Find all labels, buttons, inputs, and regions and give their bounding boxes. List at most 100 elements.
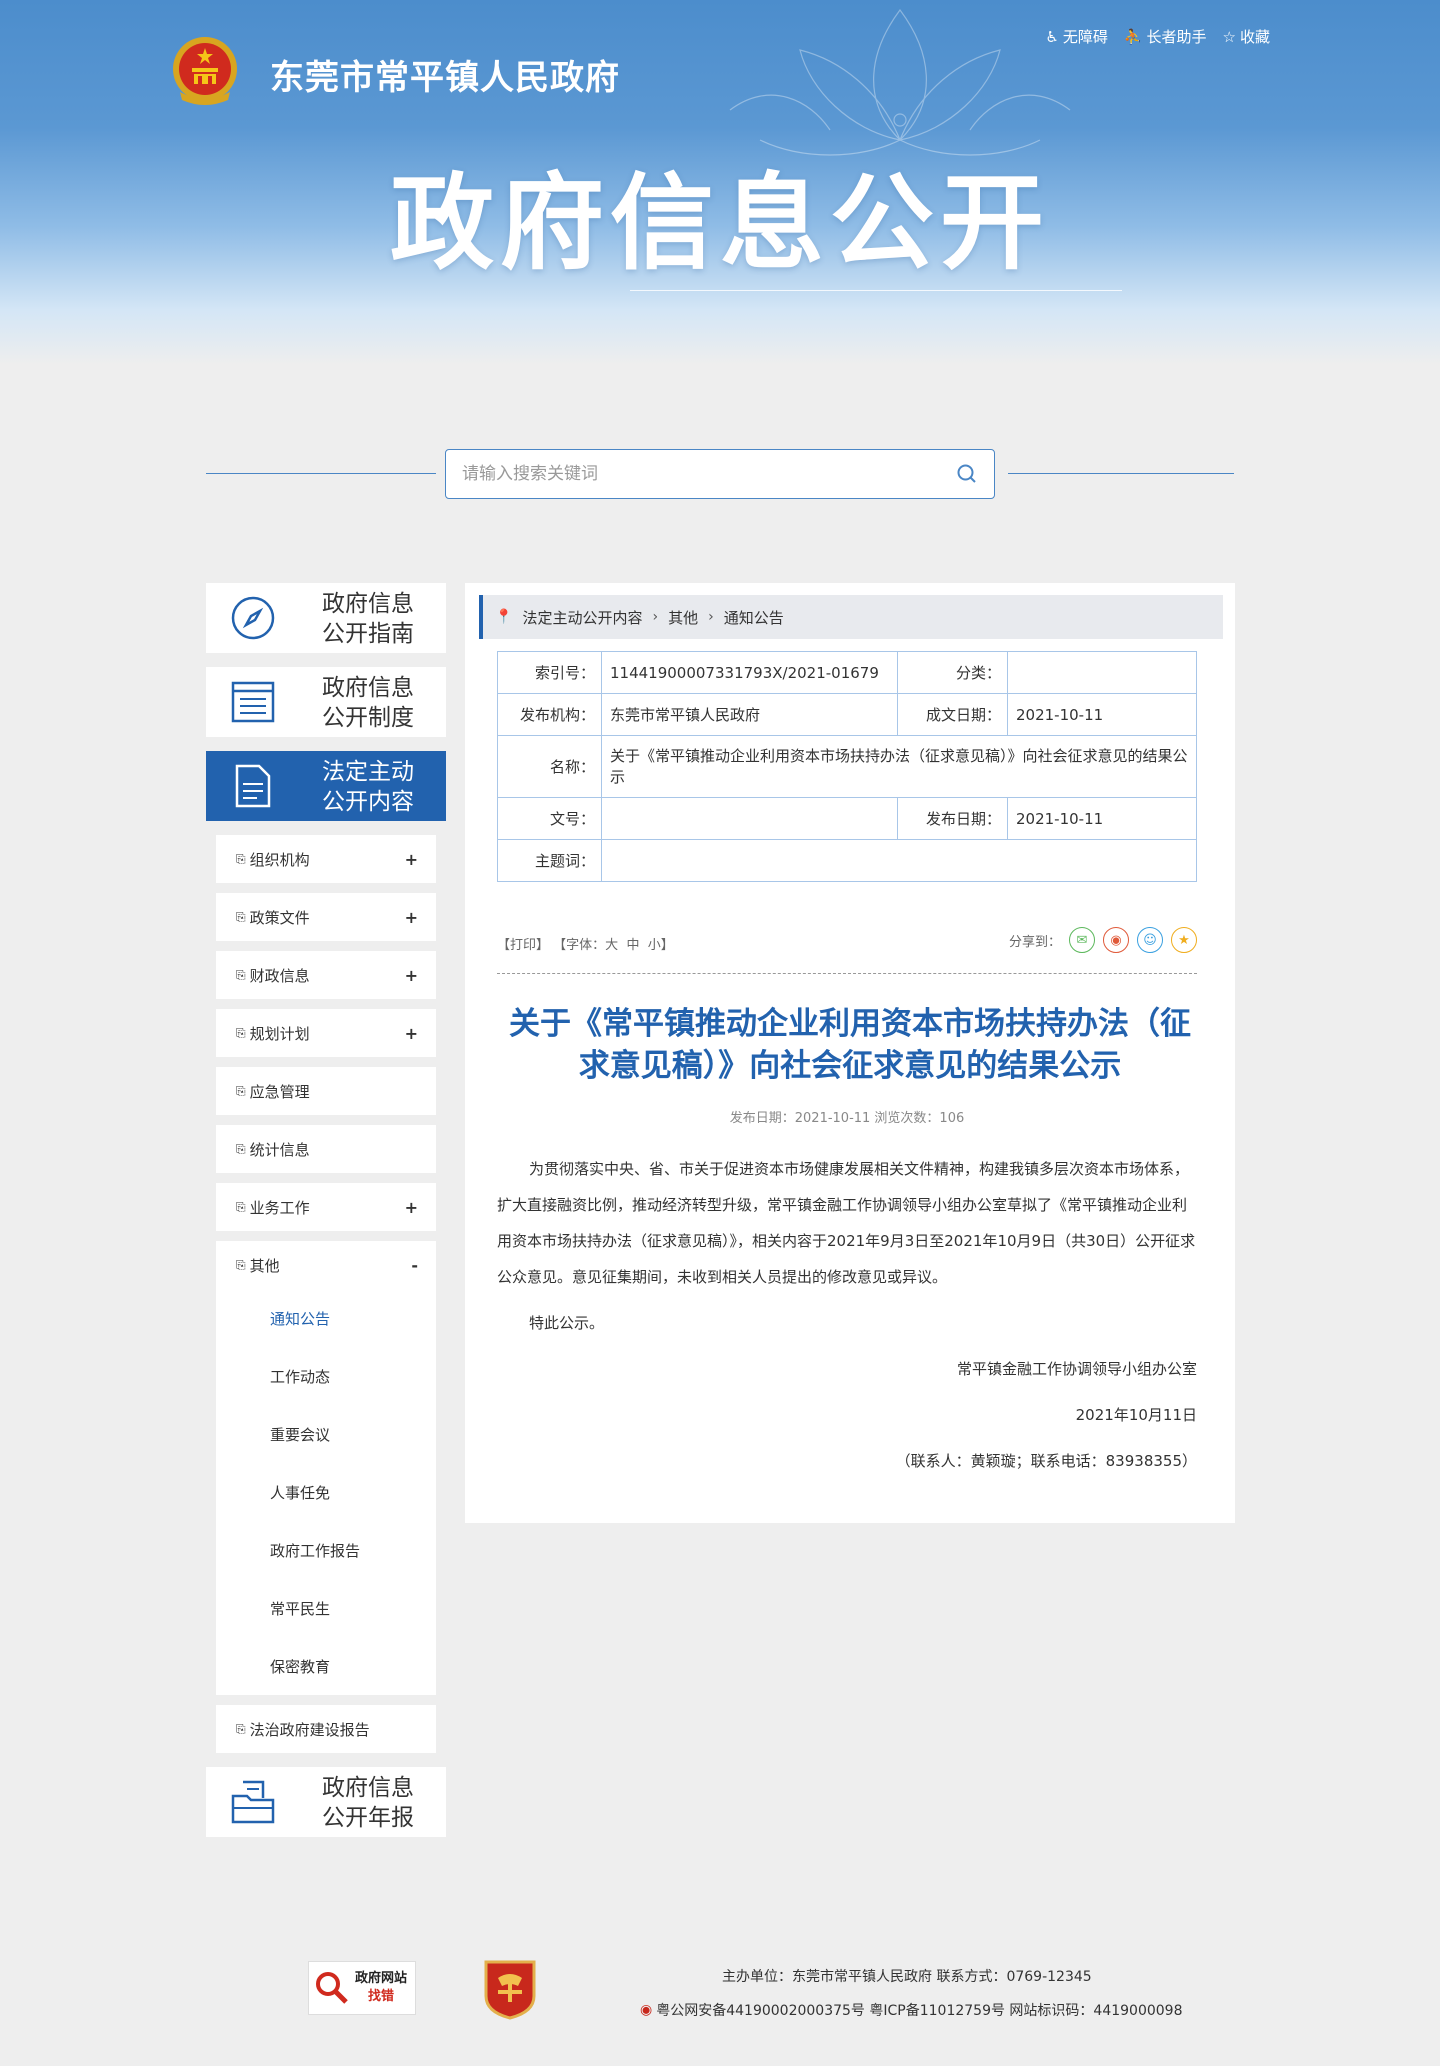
share-label: 分享到： [1008,934,1061,950]
sidebar-cat-finance[interactable]: ⎘ 财政信息 + [216,951,436,999]
article-paragraph: 特此公示。 [529,1314,605,1332]
meta-label: 分类： [897,651,1008,694]
file-icon: ⎘ [236,1083,246,1098]
title-divider [630,290,1122,291]
search-line-right [1008,473,1234,474]
search-input[interactable] [462,464,956,484]
search-line-left [206,473,436,474]
sidebar-cat-plan[interactable]: ⎘ 规划计划 + [216,1009,436,1057]
breadcrumb-item[interactable]: 其他 [668,607,698,628]
sidebar-cat-rule-of-law[interactable]: ⎘ 法治政府建设报告 [216,1705,436,1753]
sidebar-system-line1: 政府信息 [322,675,414,701]
sidebar-cat-stats[interactable]: ⎘ 统计信息 [216,1125,436,1173]
file-icon: ⎘ [236,1141,246,1156]
sidebar-cat-emergency[interactable]: ⎘ 应急管理 [216,1067,436,1115]
meta-label: 名称： [497,735,602,798]
sidebar-cat-org[interactable]: ⎘ 组织机构 + [216,835,436,883]
document-list-icon [218,667,288,737]
wheelchair-icon: ♿ [1045,27,1059,46]
sidebar-annual[interactable]: 政府信息 公开年报 [206,1767,446,1837]
qq-share-icon[interactable]: ☺ [1137,927,1163,953]
sidebar-content-line2: 公开内容 [322,789,414,815]
qzone-share-icon[interactable]: ★ [1171,927,1197,953]
search-icon[interactable] [956,463,978,485]
document-icon [218,751,288,821]
article-signature: 常平镇金融工作协调领导小组办公室 [956,1360,1197,1378]
collapse-toggle[interactable]: - [411,1256,418,1275]
sidebar-cat-other[interactable]: ⎘ 其他 - [216,1241,436,1289]
meta-label: 发布机构： [497,693,602,736]
sidebar-sub-gov-report[interactable]: 政府工作报告 [216,1521,436,1579]
font-medium-button[interactable]: 中 [626,938,639,953]
header-tools: ♿ 无障碍 ⛹ 长者助手 ☆ 收藏 [1045,26,1270,47]
sidebar-sub-meetings[interactable]: 重要会议 [216,1405,436,1463]
sidebar-guide[interactable]: 政府信息 公开指南 [206,583,446,653]
print-button[interactable]: 【打印】 [497,938,549,953]
wechat-share-icon[interactable]: ✉ [1069,927,1095,953]
elderly-assistant-button[interactable]: ⛹ 长者助手 [1124,26,1207,47]
accessibility-button[interactable]: ♿ 无障碍 [1045,26,1107,47]
article-tools: 【打印】 【字体：大 中 小】 分享到： ✉ ◉ ☺ ★ [497,923,1197,963]
meta-name-value: 关于《常平镇推动企业利用资本市场扶持办法（征求意见稿）》向社会征求意见的结果公示 [601,735,1197,798]
file-icon: ⎘ [236,851,246,866]
file-icon: ⎘ [236,1721,246,1736]
main-panel: 政府信息 公开指南 政府信息 公开制度 [170,365,1270,1885]
sidebar-sub-personnel[interactable]: 人事任免 [216,1463,436,1521]
site-title[interactable]: 东莞市常平镇人民政府 [270,50,620,99]
sidebar-annual-line2: 公开年报 [322,1805,414,1831]
sidebar-content-line1: 法定主动 [322,759,414,785]
expand-toggle[interactable]: + [405,850,418,869]
sidebar-guide-line1: 政府信息 [322,591,414,617]
article-paragraph: 为贯彻落实中央、省、市关于促进资本市场健康发展相关文件精神，构建我镇多层次资本市… [497,1160,1196,1286]
font-large-button[interactable]: 大 [605,938,618,953]
party-gov-badge-icon[interactable] [482,1956,538,2020]
expand-toggle[interactable]: + [405,966,418,985]
police-badge-icon: ◉ [640,2002,653,2018]
sidebar-cat-policy[interactable]: ⎘ 政策文件 + [216,893,436,941]
file-icon: ⎘ [236,909,246,924]
expand-toggle[interactable]: + [405,1024,418,1043]
breadcrumb: 📍 法定主动公开内容 › 其他 › 通知公告 [479,595,1223,639]
search-box [445,449,995,499]
sidebar: 政府信息 公开指南 政府信息 公开制度 法定主动 公开内容 ⎘ 组织机构 + ⎘… [206,583,446,1851]
meta-label: 成文日期： [897,693,1008,736]
expand-toggle[interactable]: + [405,1198,418,1217]
magnifier-icon [309,1965,355,2011]
sidebar-sub-livelihood[interactable]: 常平民生 [216,1579,436,1637]
footer-record-numbers[interactable]: 粤公网安备44190002000375号 粤ICP备11012759号 网站标识… [656,2000,1182,2020]
sidebar-sub-secrecy[interactable]: 保密教育 [216,1637,436,1695]
meta-topic-value [601,839,1197,882]
footer-sponsor: 主办单位：东莞市常平镇人民政府 联系方式：0769-12345 [722,1969,1092,1985]
chevron-right-icon: › [708,609,714,625]
article-title: 关于《常平镇推动企业利用资本市场扶持办法（征求意见稿）》向社会征求意见的结果公示 [509,1006,1191,1084]
favorite-button[interactable]: ☆ 收藏 [1223,26,1270,47]
sidebar-sub-notice[interactable]: 通知公告 [216,1289,436,1347]
weibo-share-icon[interactable]: ◉ [1103,927,1129,953]
sidebar-system[interactable]: 政府信息 公开制度 [206,667,446,737]
meta-pub-value: 2021-10-11 [1007,797,1197,840]
sidebar-category-list: ⎘ 组织机构 + ⎘ 政策文件 + ⎘ 财政信息 + ⎘ 规划计划 + ⎘ 应急管理 ⎘ 统计信息 … [206,827,446,1753]
breadcrumb-item[interactable]: 通知公告 [724,607,784,628]
header-banner: 东莞市常平镇人民政府 ♿ 无障碍 ⛹ 长者助手 ☆ 收藏 政府信息公开 [0,0,1440,365]
article-date: 2021年10月11日 [1075,1406,1197,1424]
compass-icon [218,583,288,653]
sidebar-guide-line2: 公开指南 [322,621,414,647]
expand-toggle[interactable]: + [405,908,418,927]
footer: 政府网站 找错 主办单位：东莞市常平镇人民政府 联系方式：0769-12345 … [0,1916,1440,2066]
website-error-report-button[interactable]: 政府网站 找错 [308,1961,416,2015]
breadcrumb-item[interactable]: 法定主动公开内容 [522,607,642,628]
sidebar-sub-work-news[interactable]: 工作动态 [216,1347,436,1405]
sidebar-cat-business[interactable]: ⎘ 业务工作 + [216,1183,436,1231]
article-contact: （联系人：黄颖璇；联系电话：83938355） [895,1452,1197,1470]
article-info: 发布日期：2021-10-11 浏览次数：106 [729,1111,965,1126]
font-small-button[interactable]: 小 [648,938,661,953]
meta-label: 主题词： [497,839,602,882]
star-icon: ☆ [1222,27,1236,46]
meta-publisher-value: 东莞市常平镇人民政府 [601,693,898,736]
sidebar-content[interactable]: 法定主动 公开内容 [206,751,446,821]
meta-label: 文号： [497,797,602,840]
article-content: 📍 法定主动公开内容 › 其他 › 通知公告 索引号： 114419000073… [465,583,1235,1523]
file-icon: ⎘ [236,967,246,982]
meta-index-value: 11441900007331793X/2021-01679 [601,651,898,694]
sidebar-cat-other-group: ⎘ 其他 - 通知公告 工作动态 重要会议 人事任免 政府工作报告 常平民生 保密教… [216,1241,436,1695]
